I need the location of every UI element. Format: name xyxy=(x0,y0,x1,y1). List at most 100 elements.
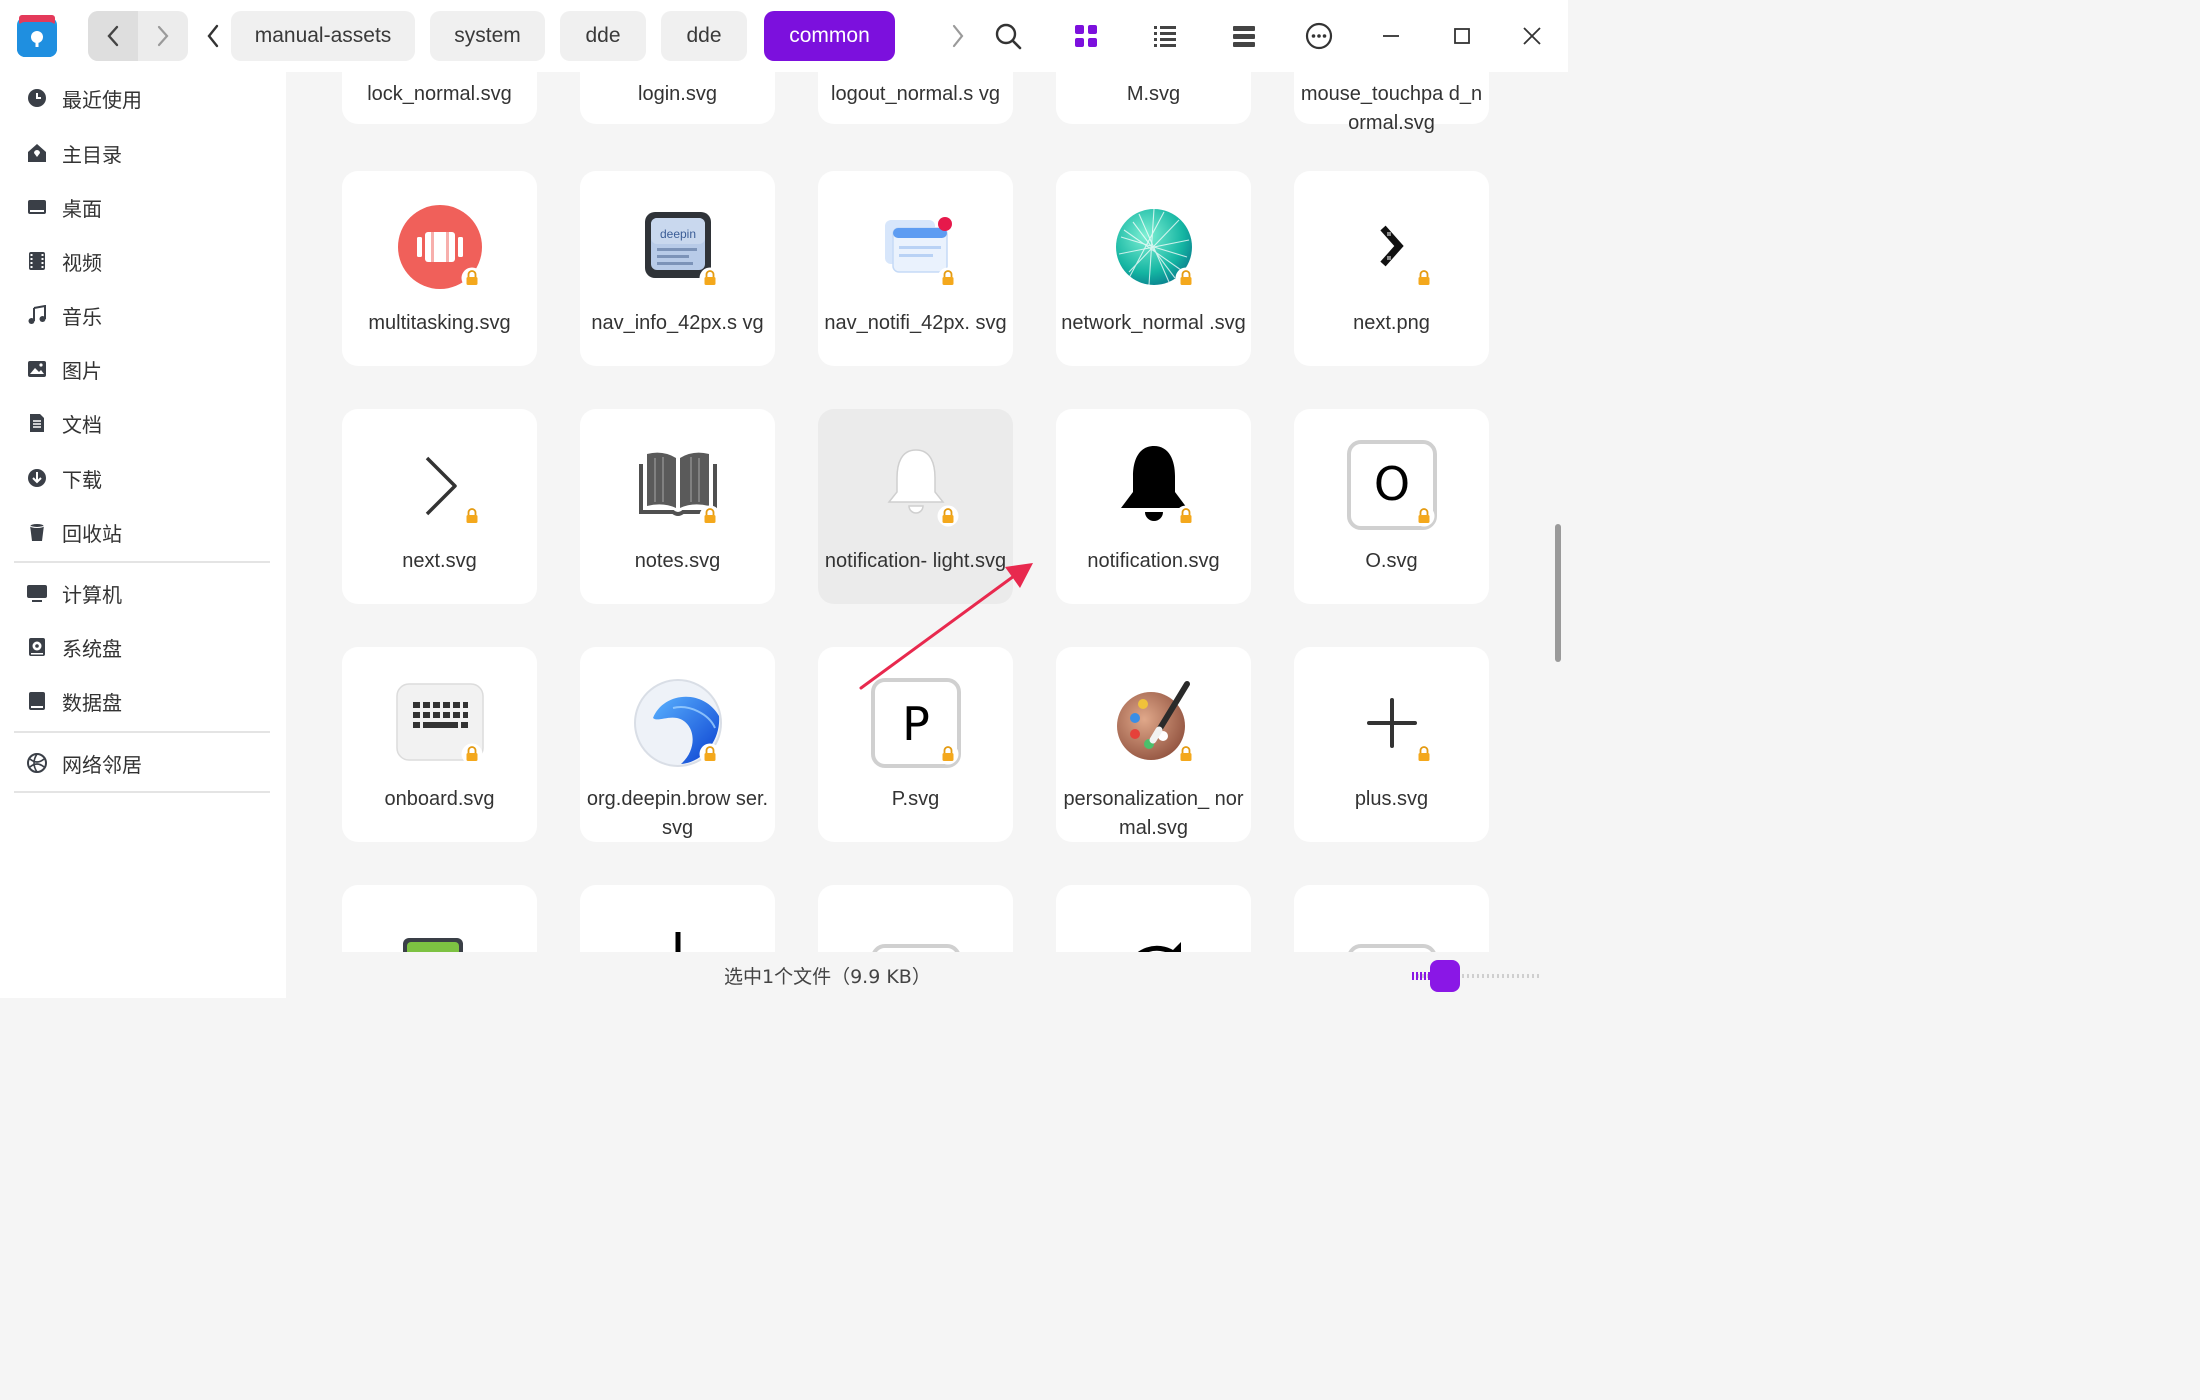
breadcrumb-item-current[interactable]: common xyxy=(764,11,895,61)
file-item[interactable] xyxy=(580,885,775,952)
lock-icon xyxy=(699,743,721,765)
file-item[interactable]: onboard.svg xyxy=(342,647,537,842)
file-name: lock_normal.svg xyxy=(367,83,512,105)
file-item[interactable]: personalization_ normal.svg xyxy=(1056,647,1251,842)
svg-text:O: O xyxy=(1374,457,1410,511)
file-item[interactable]: M.svg xyxy=(1056,72,1251,124)
file-name: P.svg xyxy=(891,788,940,810)
lock-icon xyxy=(937,505,959,527)
breadcrumb-item[interactable]: manual-assets xyxy=(231,11,415,61)
file-item[interactable]: network_normal .svg xyxy=(1056,171,1251,366)
sidebar-item-label: 系统盘 xyxy=(62,636,122,661)
file-name: O.svg xyxy=(1365,550,1418,572)
sidebar-item-network[interactable]: 网络邻居 xyxy=(26,743,142,783)
file-item[interactable]: P P.svg xyxy=(818,647,1013,842)
home-icon xyxy=(26,142,48,164)
lock-icon xyxy=(461,743,483,765)
file-name: notification.svg xyxy=(1087,550,1220,572)
file-item[interactable]: notification.svg xyxy=(1056,409,1251,604)
detail-view-button[interactable] xyxy=(1222,14,1266,58)
sidebar-item-desktop[interactable]: 桌面 xyxy=(26,187,102,227)
breadcrumb-item[interactable]: dde xyxy=(560,11,646,61)
chevron-left-icon xyxy=(107,25,119,47)
lock-icon xyxy=(699,505,721,527)
file-item[interactable]: deepin nav_info_42px.s vg xyxy=(580,171,775,366)
forward-button[interactable] xyxy=(138,11,188,61)
sidebar-item-label: 视频 xyxy=(62,250,102,275)
file-name: multitasking.svg xyxy=(368,312,511,334)
file-item[interactable]: org.deepin.brow ser.svg xyxy=(580,647,775,842)
file-item-selected[interactable]: notification- light.svg xyxy=(818,409,1013,604)
file-name: onboard.svg xyxy=(384,788,495,810)
minimize-icon xyxy=(1383,35,1399,37)
list-view-icon xyxy=(1154,26,1176,47)
file-name: notes.svg xyxy=(634,550,721,572)
file-item[interactable]: mouse_touchpa d_normal.svg xyxy=(1294,72,1489,134)
file-item[interactable] xyxy=(342,885,537,952)
icon-size-slider-handle[interactable] xyxy=(1430,960,1460,992)
file-name: next.png xyxy=(1353,312,1430,334)
sidebar-item-videos[interactable]: 视频 xyxy=(26,241,102,281)
file-item[interactable]: plus.svg xyxy=(1294,647,1489,842)
file-item[interactable] xyxy=(818,885,1013,952)
selection-status: 选中1个文件（9.9 KB） xyxy=(724,966,931,988)
sidebar-divider xyxy=(14,561,270,563)
file-item[interactable]: next.svg xyxy=(342,409,537,604)
trash-icon xyxy=(26,521,48,543)
file-item[interactable]: multitasking.svg xyxy=(342,171,537,366)
close-button[interactable] xyxy=(1510,14,1554,58)
lock-icon xyxy=(1175,267,1197,289)
more-options-button[interactable] xyxy=(1297,14,1341,58)
chevron-right-icon xyxy=(952,24,964,48)
breadcrumb-item[interactable]: dde xyxy=(661,11,747,61)
file-name: personalization_ normal.svg xyxy=(1063,788,1244,839)
lock-icon xyxy=(1175,743,1197,765)
sidebar-item-downloads[interactable]: 下载 xyxy=(26,458,102,498)
file-name: login.svg xyxy=(638,83,717,105)
search-button[interactable] xyxy=(986,14,1030,58)
file-item[interactable]: nav_notifi_42px. svg xyxy=(818,171,1013,366)
letter-key-icon xyxy=(872,944,960,952)
video-icon xyxy=(26,250,48,272)
sidebar-item-label: 主目录 xyxy=(62,142,122,167)
sidebar-item-music[interactable]: 音乐 xyxy=(26,295,102,335)
sidebar-item-trash[interactable]: 回收站 xyxy=(26,512,122,552)
lock-icon xyxy=(1413,743,1435,765)
vertical-scrollbar[interactable] xyxy=(1555,524,1561,662)
sidebar: 最近使用 主目录 桌面 视频 音乐 图片 文档 下载 回收站 计算机 系统盘 数… xyxy=(0,72,286,998)
sidebar-item-pictures[interactable]: 图片 xyxy=(26,349,102,389)
file-item[interactable]: next.png xyxy=(1294,171,1489,366)
minimize-button[interactable] xyxy=(1369,14,1413,58)
back-button[interactable] xyxy=(88,11,138,61)
sidebar-item-home[interactable]: 主目录 xyxy=(26,133,122,173)
sidebar-item-documents[interactable]: 文档 xyxy=(26,403,102,443)
file-item[interactable]: login.svg xyxy=(580,72,775,124)
breadcrumb-scroll-right-button[interactable] xyxy=(945,11,971,61)
icon-view-button[interactable] xyxy=(1064,14,1108,58)
file-name: logout_normal.s vg xyxy=(831,83,1000,105)
sidebar-item-recent[interactable]: 最近使用 xyxy=(26,78,142,118)
file-item[interactable]: logout_normal.s vg xyxy=(818,72,1013,124)
file-item[interactable]: lock_normal.svg xyxy=(342,72,537,124)
lock-icon xyxy=(461,267,483,289)
lock-icon xyxy=(1175,505,1197,527)
file-name: org.deepin.brow ser.svg xyxy=(586,788,769,839)
sidebar-item-system-disk[interactable]: 系统盘 xyxy=(26,627,122,667)
sidebar-item-label: 回收站 xyxy=(62,521,122,546)
sidebar-item-data-disk[interactable]: 数据盘 xyxy=(26,681,122,721)
file-item[interactable] xyxy=(1056,885,1251,952)
refresh-icon xyxy=(1138,942,1181,952)
file-item[interactable]: notes.svg xyxy=(580,409,775,604)
status-bar: 选中1个文件（9.9 KB） xyxy=(286,952,1568,998)
breadcrumb-item[interactable]: system xyxy=(430,11,545,61)
file-item[interactable] xyxy=(1294,885,1489,952)
sidebar-item-label: 音乐 xyxy=(62,304,102,329)
file-item[interactable]: O O.svg xyxy=(1294,409,1489,604)
breadcrumb-scroll-left-button[interactable] xyxy=(200,11,226,61)
maximize-button[interactable] xyxy=(1440,14,1484,58)
list-view-button[interactable] xyxy=(1143,14,1187,58)
file-name: network_normal .svg xyxy=(1061,312,1246,334)
sidebar-item-label: 下载 xyxy=(62,467,102,492)
sidebar-item-computer[interactable]: 计算机 xyxy=(26,573,122,613)
desktop-icon xyxy=(26,196,48,218)
